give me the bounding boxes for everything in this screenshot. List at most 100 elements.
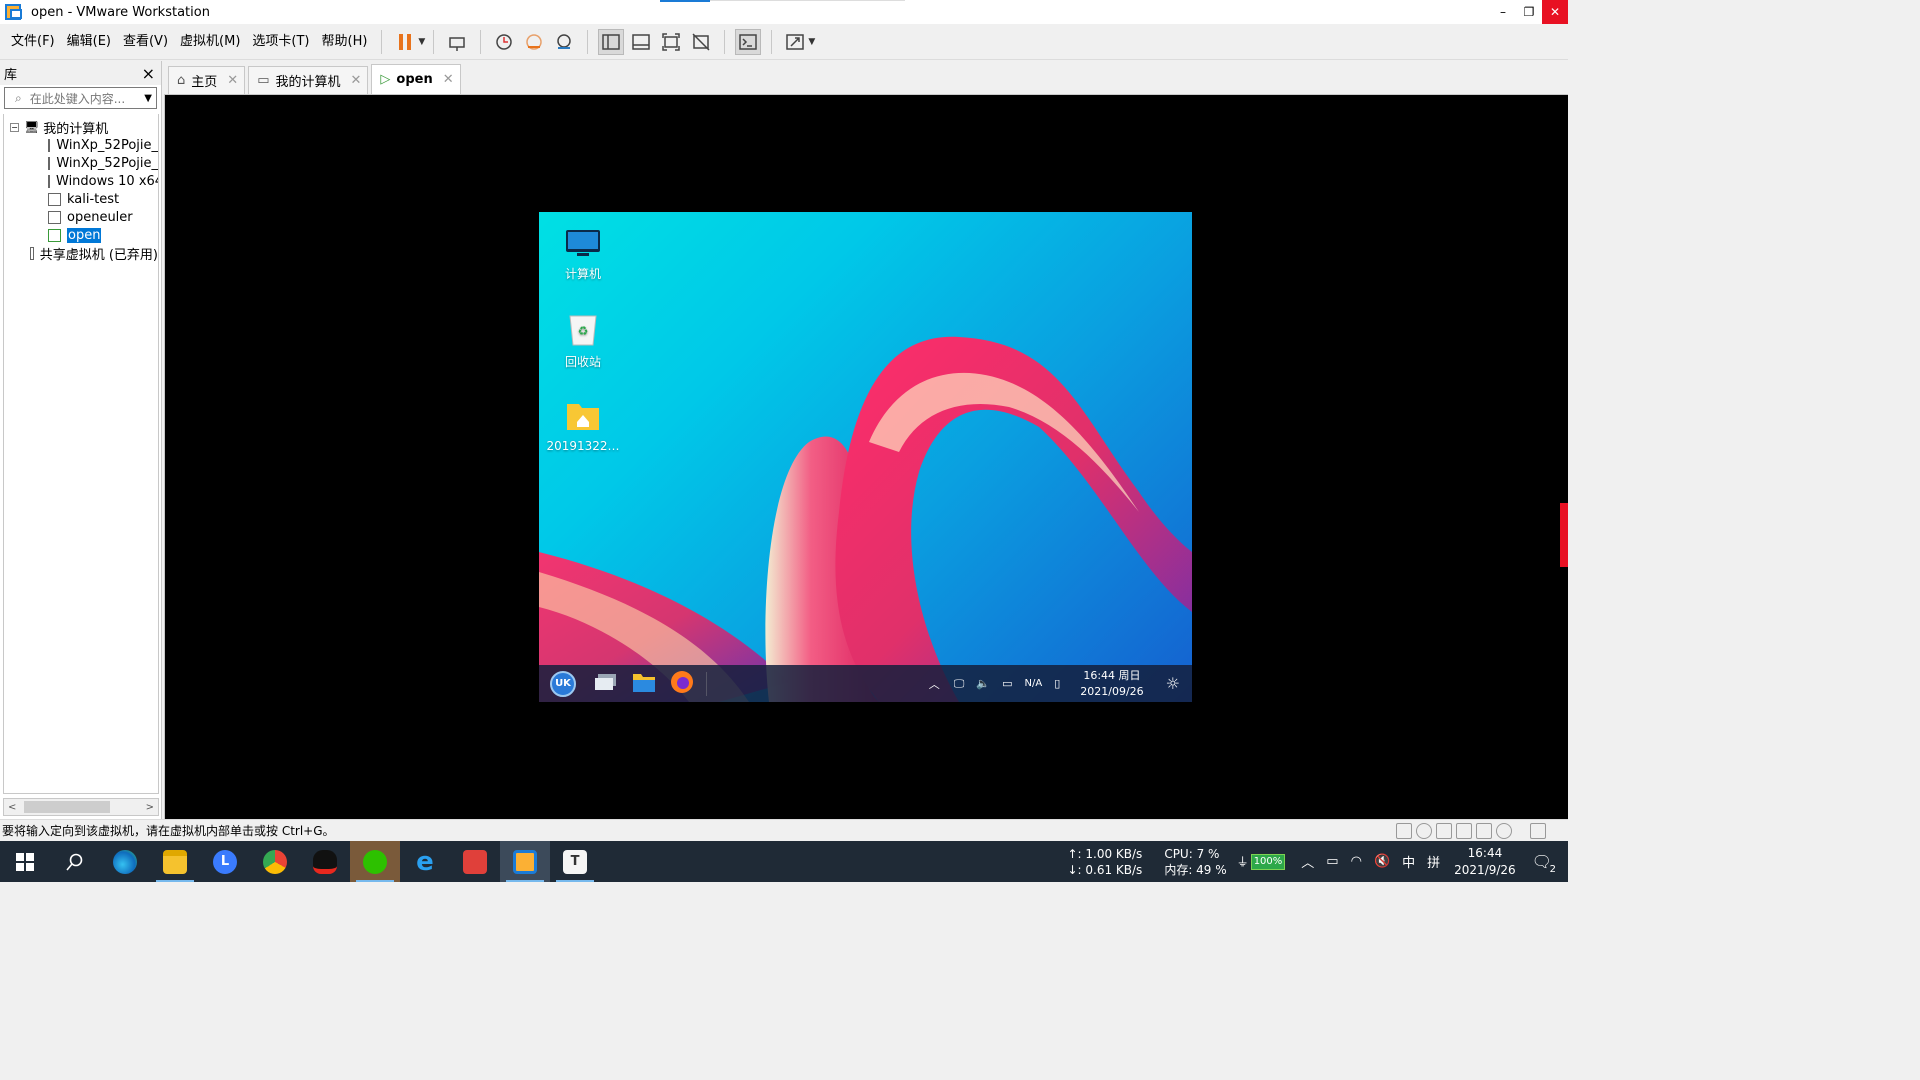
taskbar-vmware-button[interactable] (500, 841, 550, 882)
close-button[interactable]: ✕ (1542, 0, 1568, 24)
tab-home[interactable]: ⌂ 主页 ✕ (168, 66, 246, 94)
scroll-right-icon[interactable]: > (146, 802, 154, 813)
menu-edit[interactable]: 编辑(E) (61, 30, 117, 54)
guest-clock[interactable]: 16:44 周日 2021/09/26 (1080, 668, 1143, 700)
wifi-icon[interactable]: ◠ (1351, 854, 1362, 869)
host-clock-time: 16:44 (1467, 845, 1503, 860)
tree-item-vm[interactable]: WinXp_52Pojie_ (4, 154, 158, 172)
full-screen-button[interactable] (658, 29, 684, 55)
vm-icon (44, 138, 59, 154)
ime-mode-indicator[interactable]: 中 (1402, 852, 1415, 871)
brightness-icon[interactable]: ☼ (1166, 674, 1180, 693)
menu-help[interactable]: 帮助(H) (316, 30, 374, 54)
menu-view[interactable]: 查看(V) (117, 30, 174, 54)
unity-button[interactable] (688, 29, 714, 55)
guest-firefox-button[interactable] (670, 670, 694, 698)
network-icon[interactable]: 🖵 (954, 677, 965, 691)
notification-icon[interactable]: ▭ (1002, 677, 1012, 690)
tree-item-vm[interactable]: openeuler (4, 208, 158, 226)
menu-file[interactable]: 文件(F) (5, 30, 61, 54)
battery-indicator[interactable]: 100% (1250, 853, 1286, 870)
net-download-speed: ↓: 0.61 KB/s (1067, 862, 1143, 877)
taskbar-typora-button[interactable]: T (550, 841, 600, 882)
taskbar-pdf-button[interactable] (450, 841, 500, 882)
hard-disk-icon[interactable] (1396, 823, 1412, 839)
tab-close-icon[interactable]: ✕ (351, 73, 362, 88)
library-search-input[interactable]: ⌕ 在此处键入内容... ▼ (4, 87, 157, 109)
windows-start-button[interactable] (0, 841, 50, 882)
tray-expand-icon[interactable]: ︿ (929, 676, 940, 692)
minimize-button[interactable]: – (1490, 0, 1516, 24)
volume-muted-icon[interactable]: 🔇 (1374, 854, 1390, 869)
taskbar-qq-button[interactable] (300, 841, 350, 882)
tree-item-vm-selected[interactable]: open (4, 226, 158, 244)
scrollbar-thumb[interactable] (24, 801, 110, 813)
stretch-dropdown-arrow[interactable]: ▼ (808, 37, 815, 47)
tree-item-vm[interactable]: Windows 10 x64 (4, 172, 158, 190)
show-library-button[interactable] (598, 28, 625, 55)
tab-open[interactable]: ▷ open ✕ (371, 64, 461, 94)
action-center-button[interactable]: 🗨 2 (1532, 852, 1556, 875)
taskbar-lark-button[interactable]: L (200, 841, 250, 882)
battery-icon[interactable]: ▯ (1054, 677, 1060, 690)
tree-item-my-computer[interactable]: − 🖥 我的计算机 (4, 118, 158, 137)
tree-item-vm[interactable]: kali-test (4, 190, 158, 208)
desktop-icon-recycle-bin[interactable]: ♻ 回收站 (543, 312, 623, 370)
taskbar-search-button[interactable] (50, 841, 100, 882)
taskbar-wechat-button[interactable] (350, 841, 400, 882)
tree-item-label: WinXp_52Pojie_ (56, 137, 158, 153)
file-explorer-icon (163, 849, 187, 874)
tab-my-computer[interactable]: ▭ 我的计算机 ✕ (248, 66, 369, 94)
usb-icon[interactable] (1496, 823, 1512, 839)
stretch-view-button[interactable] (782, 29, 808, 55)
library-header: 库 × (0, 61, 161, 85)
revert-snapshot-button[interactable] (521, 29, 547, 55)
firefox-icon (671, 670, 693, 693)
scroll-left-icon[interactable]: < (8, 802, 16, 813)
tab-close-icon[interactable]: ✕ (443, 72, 454, 87)
volume-icon[interactable]: 🔈 (976, 677, 990, 690)
title-bar: open - VMware Workstation – ❐ ✕ (0, 0, 1568, 24)
pause-button[interactable] (392, 29, 418, 55)
host-clock-date: 2021/9/26 (1454, 862, 1516, 877)
start-menu-icon: UK (555, 678, 571, 689)
pause-dropdown-arrow[interactable]: ▼ (418, 37, 425, 47)
menu-tabs[interactable]: 选项卡(T) (246, 30, 315, 54)
network-adapter-icon[interactable] (1436, 823, 1452, 839)
taskbar-edge-button[interactable] (100, 841, 150, 882)
tray-expand-icon[interactable]: ︿ (1301, 852, 1314, 871)
menu-vm[interactable]: 虚拟机(M) (174, 30, 246, 54)
collapse-toggle-icon[interactable]: − (10, 122, 19, 132)
tree-item-shared-vms[interactable]: 共享虚拟机 (已弃用) (4, 244, 158, 263)
printer-icon[interactable] (1456, 823, 1472, 839)
status-bar: 要将输入定向到该虚拟机，请在虚拟机内部单击或按 Ctrl+G。 (0, 819, 1568, 841)
send-ctrl-alt-del-button[interactable] (444, 29, 470, 55)
taskbar-explorer-button[interactable] (150, 841, 200, 882)
library-close-button[interactable]: × (142, 64, 155, 83)
guest-file-manager-button[interactable] (632, 671, 656, 697)
taskbar-ie-button[interactable]: e (400, 841, 450, 882)
battery-icon[interactable]: ▭ (1326, 854, 1338, 869)
console-view-button[interactable] (735, 28, 762, 55)
ime-pinyin-indicator[interactable]: 拼 (1427, 852, 1440, 871)
library-horizontal-scrollbar[interactable]: < > (3, 798, 159, 816)
menu-toolbar-bar: 文件(F) 编辑(E) 查看(V) 虚拟机(M) 选项卡(T) 帮助(H) ▼ … (0, 24, 1568, 60)
desktop-icon-computer[interactable]: 计算机 (543, 228, 623, 282)
guest-desktop[interactable]: 计算机 ♻ 回收站 20191322… UK ︿ 🖵 🔈 ▭ N/A ▯ 16:… (539, 212, 1192, 702)
cd-rom-icon[interactable] (1416, 823, 1432, 839)
tree-item-vm[interactable]: WinXp_52Pojie_ (4, 136, 158, 154)
message-log-icon[interactable] (1530, 823, 1546, 839)
guest-multitask-button[interactable] (594, 673, 618, 695)
desktop-icon-home-folder[interactable]: 20191322… (543, 400, 623, 453)
thumbnail-bar-button[interactable] (628, 29, 654, 55)
tab-close-icon[interactable]: ✕ (227, 73, 238, 88)
sound-card-icon[interactable] (1476, 823, 1492, 839)
snapshot-button[interactable] (491, 29, 517, 55)
taskbar-chrome-button[interactable] (250, 841, 300, 882)
host-clock[interactable]: 16:44 2021/9/26 (1454, 845, 1516, 879)
restore-button[interactable]: ❐ (1516, 0, 1542, 24)
snapshot-manager-button[interactable] (551, 29, 577, 55)
snapshot-manager-icon (557, 33, 572, 49)
search-dropdown-arrow[interactable]: ▼ (144, 93, 152, 104)
guest-start-button[interactable]: UK (550, 670, 576, 697)
